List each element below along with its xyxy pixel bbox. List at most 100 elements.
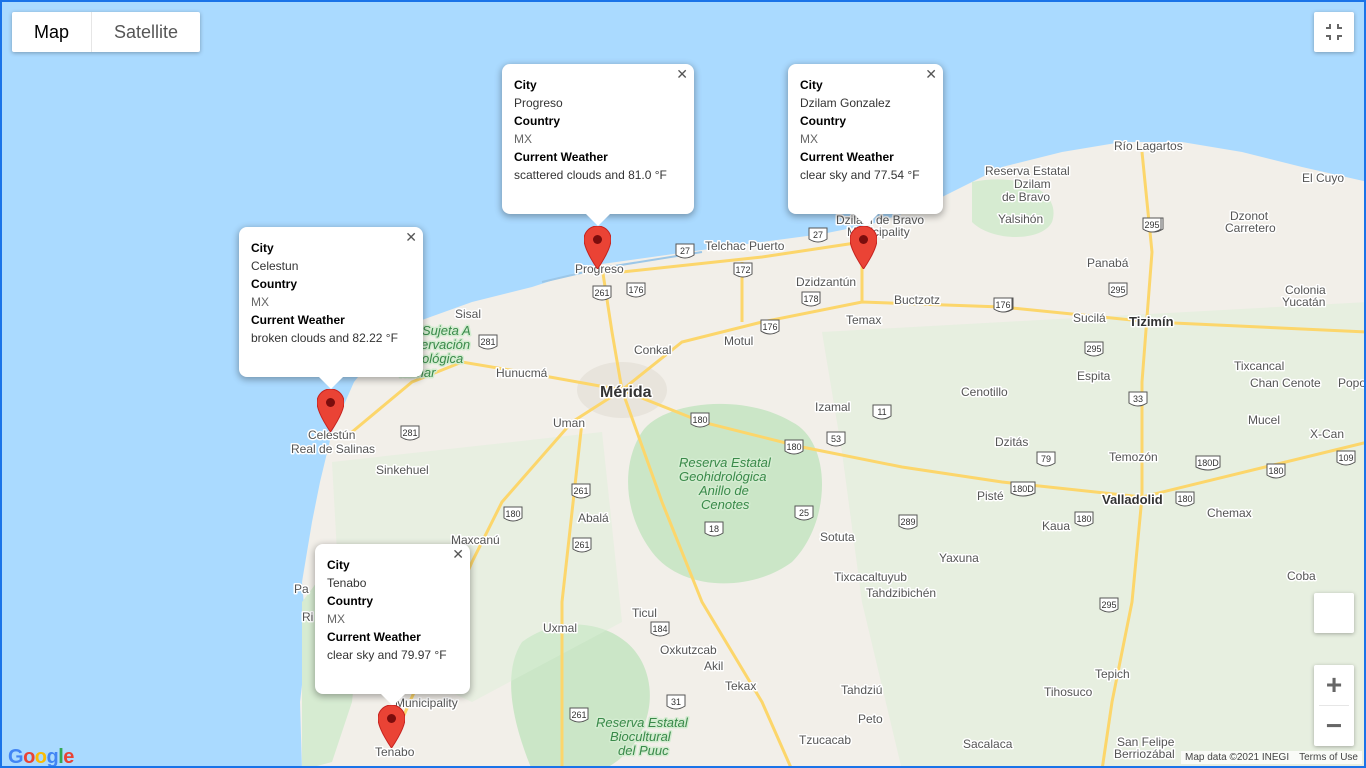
zoom-out-button[interactable]: − (1314, 706, 1354, 746)
fullscreen-button[interactable] (1314, 12, 1354, 52)
place-label: Izamal (815, 400, 850, 414)
map-type-map-button[interactable]: Map (12, 12, 93, 52)
map-marker-pin-icon[interactable] (584, 226, 611, 269)
terms-link[interactable]: Terms of Use (1299, 752, 1358, 763)
place-label: Sisal (455, 307, 481, 321)
place-label: Coba (1287, 569, 1316, 583)
place-label: Real de Salinas (291, 442, 375, 456)
highway-shield: 261 (569, 707, 589, 723)
google-logo: Google (8, 746, 74, 768)
city-value: Dzilam Gonzalez (800, 96, 891, 110)
info-window[interactable]: ✕ City Progreso Country MX Current Weath… (502, 64, 694, 226)
highway-shield: 295 (1099, 597, 1119, 613)
close-icon[interactable]: ✕ (925, 66, 937, 83)
place-label: Reserva Estatal (985, 164, 1070, 178)
highway-shield: 261 (592, 285, 612, 301)
highway-shield-label: 27 (813, 230, 823, 240)
place-label: Oxkutzcab (660, 643, 717, 657)
highway-shield: 180 (690, 412, 710, 428)
highway-shield-label: 178 (803, 294, 818, 304)
map-type-control[interactable]: Map Satellite (12, 12, 201, 52)
place-label: Akil (704, 659, 723, 673)
place-label: Berriozábal (1114, 747, 1175, 761)
place-label: Yaxuna (939, 551, 979, 565)
highway-shield: 176 (993, 297, 1013, 313)
place-label: Ticul (632, 606, 657, 620)
highway-shield-label: 109 (1338, 453, 1353, 463)
highway-shield: 295 (1084, 341, 1104, 357)
place-label: Yalsihón (998, 212, 1043, 226)
highway-shield: 27 (675, 243, 695, 259)
street-view-button[interactable] (1314, 593, 1354, 633)
place-label: Valladolid (1102, 492, 1163, 507)
highway-shield-label: 27 (680, 246, 690, 256)
zoom-in-button[interactable]: + (1314, 665, 1354, 705)
place-label: Kaua (1042, 519, 1070, 533)
map-type-satellite-button[interactable]: Satellite (92, 12, 200, 52)
place-label: Río Lagartos (1114, 139, 1183, 153)
place-label: Abalá (578, 511, 609, 525)
highway-shield: 33 (1128, 391, 1148, 407)
highway-shield: 11 (872, 404, 892, 420)
highway-shield-label: 180 (1177, 494, 1192, 504)
place-label: Hunucmá (496, 366, 548, 380)
place-label: Sujeta A (422, 323, 471, 338)
place-label: Carretero (1225, 221, 1276, 235)
close-icon[interactable]: ✕ (405, 229, 417, 246)
place-label: Temozón (1109, 450, 1158, 464)
highway-shield-label: 261 (571, 710, 586, 720)
place-label: Mérida (600, 384, 652, 401)
place-label: Dzitás (995, 435, 1028, 449)
highway-shield: 172 (733, 262, 753, 278)
map-container[interactable]: Progreso Telchac Puerto Dzilam de Bravo … (0, 0, 1366, 768)
highway-shield-label: 261 (594, 288, 609, 298)
map-marker-pin-icon[interactable] (850, 226, 877, 269)
info-window[interactable]: ✕ City Dzilam Gonzalez Country MX Curren… (788, 64, 943, 226)
place-label: Tihosuco (1044, 685, 1093, 699)
highway-shield: 180 (1175, 491, 1195, 507)
place-label: Chan Cenote (1250, 376, 1321, 390)
place-label: Sacalaca (963, 737, 1013, 751)
highway-shield: 295 (1108, 282, 1128, 298)
place-label: Tahdzibichén (866, 586, 936, 600)
country-value: MX (514, 132, 532, 146)
country-label: Country (251, 277, 297, 291)
place-label: Tahdziú (841, 683, 882, 697)
highway-shield-label: 281 (402, 428, 417, 438)
highway-shield-label: 295 (1144, 220, 1159, 230)
country-value: MX (327, 612, 345, 626)
highway-shield-label: 79 (1041, 454, 1051, 464)
place-label: Telchac Puerto (705, 239, 785, 253)
close-icon[interactable]: ✕ (452, 546, 464, 563)
place-label: Tixcancal (1234, 359, 1284, 373)
map-marker-pin-icon[interactable] (378, 705, 405, 748)
map-marker-pin-icon[interactable] (317, 389, 344, 432)
highway-shield: 180D (1010, 481, 1036, 497)
city-value: Celestun (251, 259, 299, 273)
place-label: Peto (858, 712, 883, 726)
highway-shield-label: 281 (480, 337, 495, 347)
place-label: Popo (1338, 376, 1366, 390)
weather-label: Current Weather (514, 150, 608, 164)
close-icon[interactable]: ✕ (676, 66, 688, 83)
highway-shield-label: 18 (709, 524, 719, 534)
zoom-control[interactable]: + − (1314, 665, 1354, 746)
weather-value: clear sky and 77.54 °F (800, 168, 920, 182)
highway-shield: 27 (808, 227, 828, 243)
info-window[interactable]: ✕ City Tenabo Country MX Current Weather… (315, 544, 470, 706)
place-label: Sucilá (1073, 311, 1106, 325)
info-window[interactable]: ✕ City Celestun Country MX Current Weath… (239, 227, 423, 389)
weather-label: Current Weather (251, 313, 345, 327)
highway-shield-label: 180 (1076, 514, 1091, 524)
highway-shield-label: 180 (505, 509, 520, 519)
place-label: Conkal (634, 343, 671, 357)
place-label: Sotuta (820, 530, 855, 544)
highway-shield: 180 (784, 439, 804, 455)
attribution: Map data ©2021 INEGI Terms of Use (1181, 751, 1362, 764)
place-label: Tzucacab (799, 733, 851, 747)
highway-shield: 79 (1036, 451, 1056, 467)
highway-shield: 25 (794, 505, 814, 521)
place-label: El Cuyo (1302, 171, 1344, 185)
place-label: Uman (553, 416, 585, 430)
highway-shield: 109 (1336, 450, 1356, 466)
